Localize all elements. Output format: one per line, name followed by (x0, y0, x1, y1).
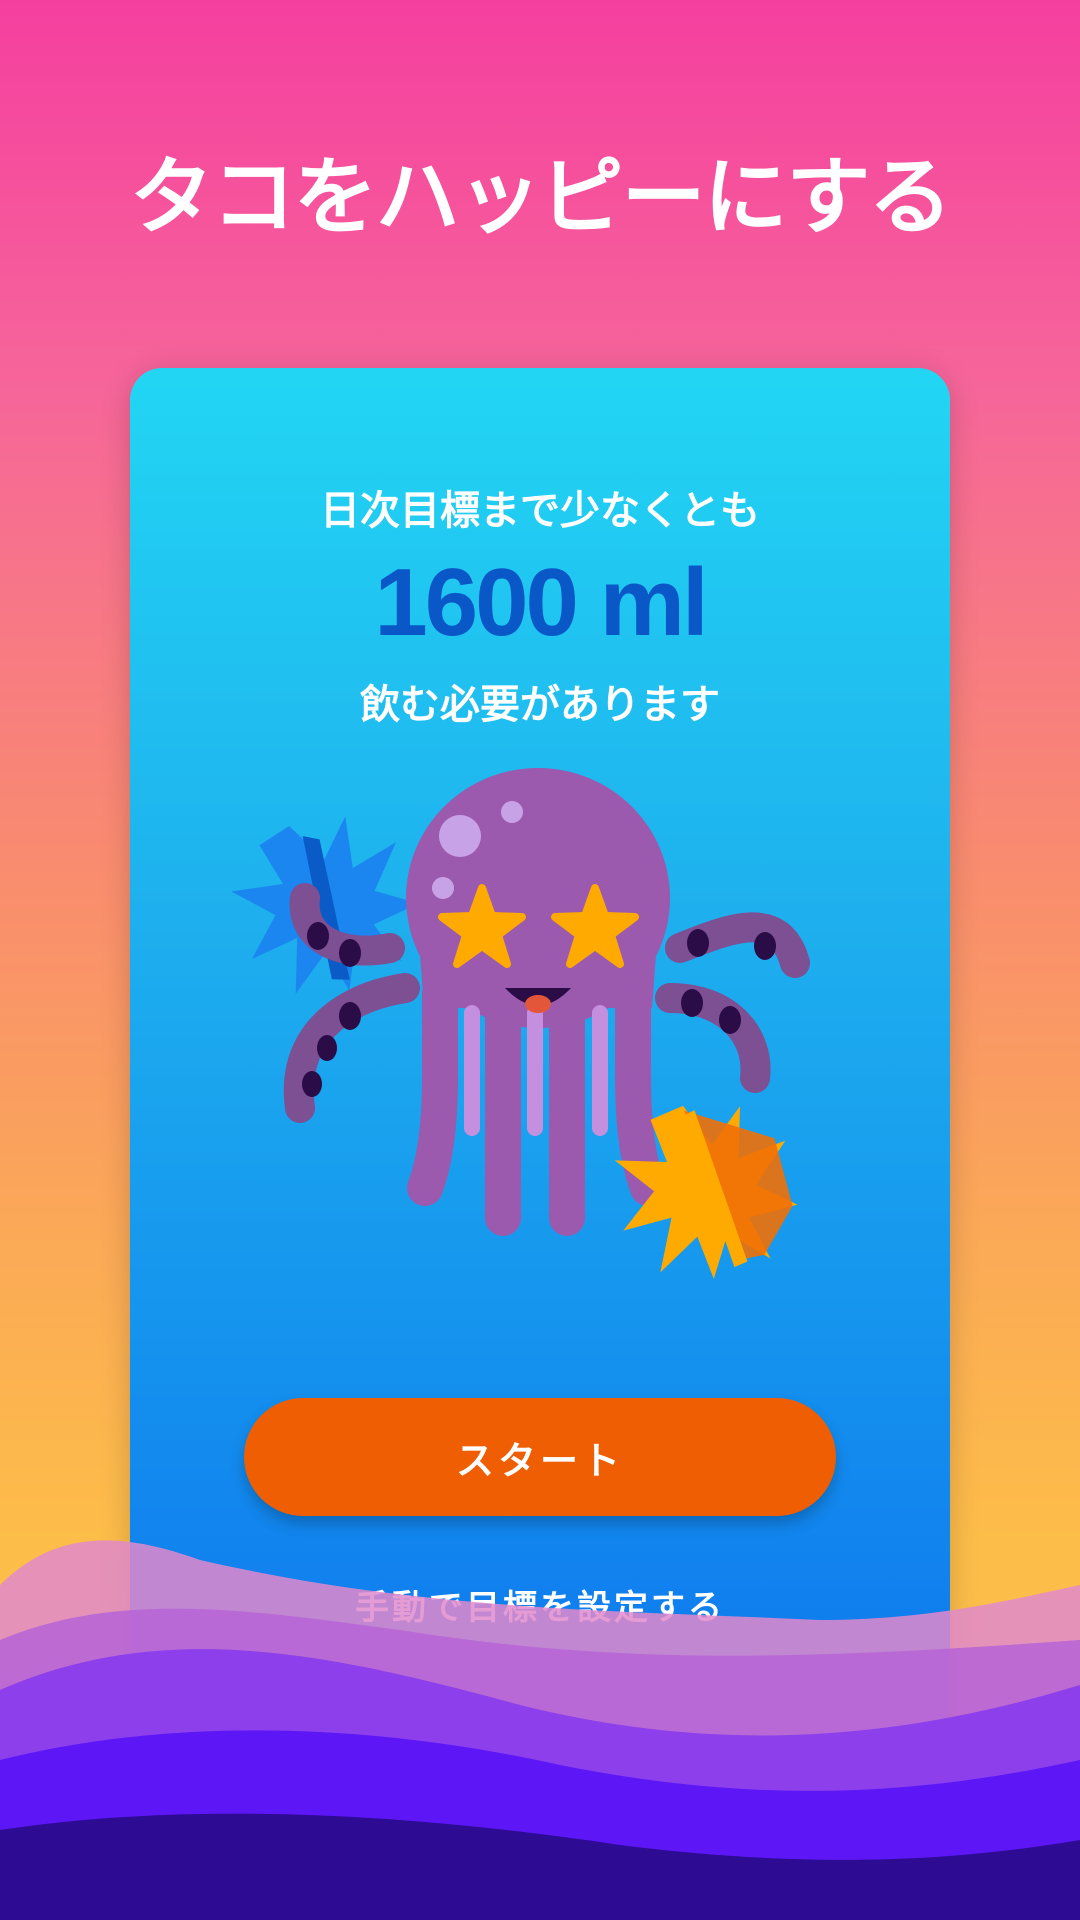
page-title: タコをハッピーにする (129, 148, 953, 246)
goal-amount: 1600 ml (374, 549, 708, 656)
goal-outro-text: 飲む必要があります (360, 682, 720, 728)
wave-background (0, 1540, 1080, 1920)
start-button[interactable]: スタート (244, 1398, 836, 1516)
goal-intro-text: 日次目標まで少なくとも (320, 488, 760, 534)
octopus-mascot-illustration (231, 768, 810, 1279)
